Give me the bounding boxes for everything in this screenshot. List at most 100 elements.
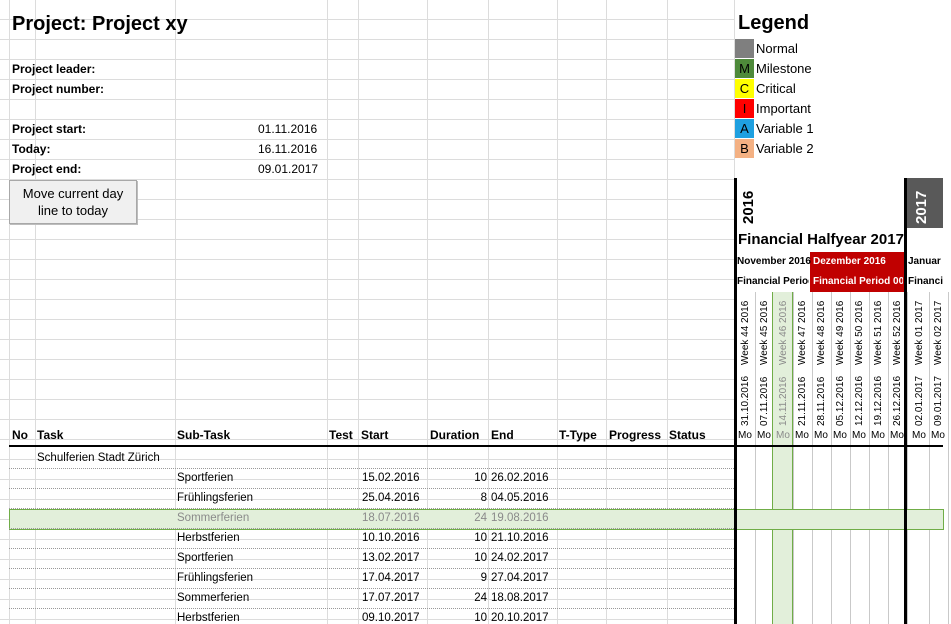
row-start[interactable]: 18.07.2016 xyxy=(362,512,420,524)
row-subtask[interactable]: Herbstferien xyxy=(177,532,240,544)
week-column-line xyxy=(850,292,851,624)
row-duration[interactable]: 9 xyxy=(481,572,487,584)
week-date-label: 21.11.2016 xyxy=(797,376,808,426)
week-column-line xyxy=(929,292,930,624)
week-column-line xyxy=(948,292,949,624)
row-end[interactable]: 20.10.2017 xyxy=(491,612,549,624)
row-separator xyxy=(9,588,734,589)
period-january: Financi xyxy=(908,276,943,287)
row-subtask[interactable]: Frühlingsferien xyxy=(177,572,253,584)
period-december: Financial Period 00 xyxy=(813,276,903,287)
week-date-label: 09.01.2017 xyxy=(933,375,944,426)
row-subtask[interactable]: Frühlingsferien xyxy=(177,492,253,504)
today-label: Today: xyxy=(12,142,51,156)
col-status[interactable]: Status xyxy=(669,428,706,442)
row-duration[interactable]: 10 xyxy=(474,552,487,564)
row-duration[interactable]: 8 xyxy=(481,492,487,504)
legend-label-variable-1: Variable 1 xyxy=(756,121,814,136)
week-column-line xyxy=(831,292,832,624)
legend-label-variable-2: Variable 2 xyxy=(756,141,814,156)
col-end[interactable]: End xyxy=(491,428,514,442)
week-label: Week 48 2016 xyxy=(816,300,827,365)
row-duration[interactable]: 10 xyxy=(474,472,487,484)
week-label: Week 45 2016 xyxy=(759,300,770,365)
row-end[interactable]: 24.02.2017 xyxy=(491,552,549,564)
week-column-line xyxy=(907,292,908,624)
week-label: Week 49 2016 xyxy=(835,300,846,365)
week-date-label: 31.10.2016 xyxy=(740,375,751,426)
row-separator xyxy=(9,568,734,569)
row-start[interactable]: 15.02.2016 xyxy=(362,472,420,484)
legend-label-critical: Critical xyxy=(756,81,796,96)
week-date-label: 26.12.2016 xyxy=(892,375,903,426)
row-subtask[interactable]: Sportferien xyxy=(177,552,233,564)
row-end[interactable]: 18.08.2017 xyxy=(491,592,549,604)
col-ttype[interactable]: T-Type xyxy=(559,428,597,442)
year-2017-label: 2017 xyxy=(913,190,930,224)
row-duration[interactable]: 24 xyxy=(474,592,487,604)
week-label: Week 46 2016 xyxy=(778,300,789,365)
week-label: Week 44 2016 xyxy=(740,300,751,365)
project-number-label: Project number: xyxy=(12,82,105,96)
row-separator xyxy=(9,488,734,489)
row-start[interactable]: 25.04.2016 xyxy=(362,492,420,504)
row-end[interactable]: 21.10.2016 xyxy=(491,532,549,544)
week-column-line xyxy=(793,292,794,624)
group-label[interactable]: Schulferien Stadt Zürich xyxy=(37,452,160,464)
row-duration[interactable]: 10 xyxy=(474,612,487,624)
week-date-label: 02.01.2017 xyxy=(914,375,925,426)
col-test[interactable]: Test xyxy=(329,428,353,442)
row-end[interactable]: 19.08.2016 xyxy=(491,512,549,524)
col-no[interactable]: No xyxy=(12,428,28,442)
row-subtask[interactable]: Sommerferien xyxy=(177,592,249,604)
legend-swatch-variable-1: A xyxy=(735,119,754,138)
legend-swatch-critical: C xyxy=(735,79,754,98)
week-date-label: 12.12.2016 xyxy=(854,375,865,426)
row-separator xyxy=(9,508,734,509)
row-end[interactable]: 27.04.2017 xyxy=(491,572,549,584)
move-current-day-button[interactable]: Move current day line to today xyxy=(9,180,137,224)
row-start[interactable]: 13.02.2017 xyxy=(362,552,420,564)
col-start[interactable]: Start xyxy=(361,428,388,442)
legend-swatch-milestone: M xyxy=(735,59,754,78)
project-title: Project: Project xy xyxy=(12,13,188,35)
week-label: Week 02 2017 xyxy=(933,300,944,365)
row-end[interactable]: 04.05.2016 xyxy=(491,492,549,504)
week-label: Week 50 2016 xyxy=(854,300,865,365)
row-duration[interactable]: 24 xyxy=(474,512,487,524)
row-start[interactable]: 10.10.2016 xyxy=(362,532,420,544)
week-column-line xyxy=(888,292,889,624)
legend-title: Legend xyxy=(738,12,810,34)
row-start[interactable]: 17.07.2017 xyxy=(362,592,420,604)
row-end[interactable]: 26.02.2016 xyxy=(491,472,549,484)
col-progress[interactable]: Progress xyxy=(609,428,661,442)
week-column-line xyxy=(812,292,813,624)
today-value[interactable]: 16.11.2016 xyxy=(258,142,317,156)
day-label: Mo xyxy=(795,430,809,441)
col-duration[interactable]: Duration xyxy=(430,428,479,442)
project-start-value[interactable]: 01.11.2016 xyxy=(258,122,317,136)
legend-label-normal: Normal xyxy=(756,41,798,56)
period-november: Financial Period xyxy=(737,276,809,287)
row-subtask[interactable]: Sportferien xyxy=(177,472,233,484)
row-separator xyxy=(9,608,734,609)
row-start[interactable]: 17.04.2017 xyxy=(362,572,420,584)
week-date-label: 28.11.2016 xyxy=(816,376,827,426)
row-subtask[interactable]: Herbstferien xyxy=(177,612,240,624)
row-subtask[interactable]: Sommerferien xyxy=(177,512,249,524)
col-subtask[interactable]: Sub-Task xyxy=(177,428,230,442)
year-2017-divider xyxy=(904,178,907,624)
row-start[interactable]: 09.10.2017 xyxy=(362,612,420,624)
day-label: Mo xyxy=(912,430,926,441)
week-label: Week 51 2016 xyxy=(873,300,884,365)
day-label: Mo xyxy=(757,430,771,441)
week-date-label: 07.11.2016 xyxy=(759,376,770,426)
legend-label-important: Important xyxy=(756,101,811,116)
project-end-value[interactable]: 09.01.2017 xyxy=(258,162,318,176)
row-duration[interactable]: 10 xyxy=(474,532,487,544)
week-column-line xyxy=(755,292,756,624)
day-label: Mo xyxy=(738,430,752,441)
year-2016-label: 2016 xyxy=(740,190,757,224)
col-task[interactable]: Task xyxy=(37,428,63,442)
day-label: Mo xyxy=(776,430,790,441)
